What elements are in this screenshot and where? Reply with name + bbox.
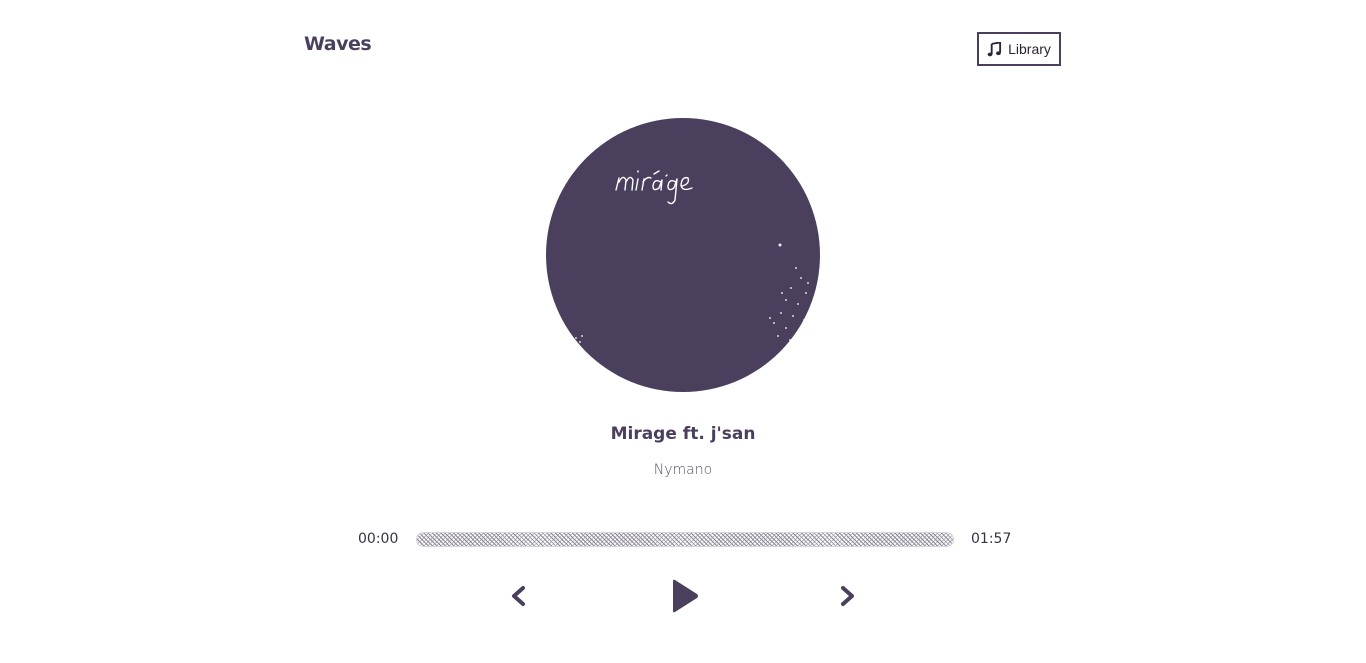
music-note-icon bbox=[987, 41, 1002, 57]
play-icon bbox=[668, 578, 700, 617]
previous-button[interactable] bbox=[505, 584, 531, 610]
album-cover bbox=[546, 118, 820, 392]
next-button[interactable] bbox=[835, 584, 861, 610]
seek-bar[interactable] bbox=[416, 532, 954, 547]
total-time: 01:57 bbox=[971, 531, 1012, 547]
library-button[interactable]: Library bbox=[977, 32, 1061, 66]
song-title: Mirage ft. j'san bbox=[610, 424, 756, 444]
music-player-app: Waves Library Mirage ft. j'san Nymano 00… bbox=[0, 0, 1366, 663]
chevron-right-icon bbox=[839, 585, 857, 610]
play-button[interactable] bbox=[664, 576, 704, 618]
chevron-left-icon bbox=[509, 585, 527, 610]
app-logo[interactable]: Waves bbox=[304, 33, 372, 55]
library-button-label: Library bbox=[1008, 41, 1051, 57]
song-artist: Nymano bbox=[653, 462, 713, 478]
current-time: 00:00 bbox=[358, 531, 399, 547]
